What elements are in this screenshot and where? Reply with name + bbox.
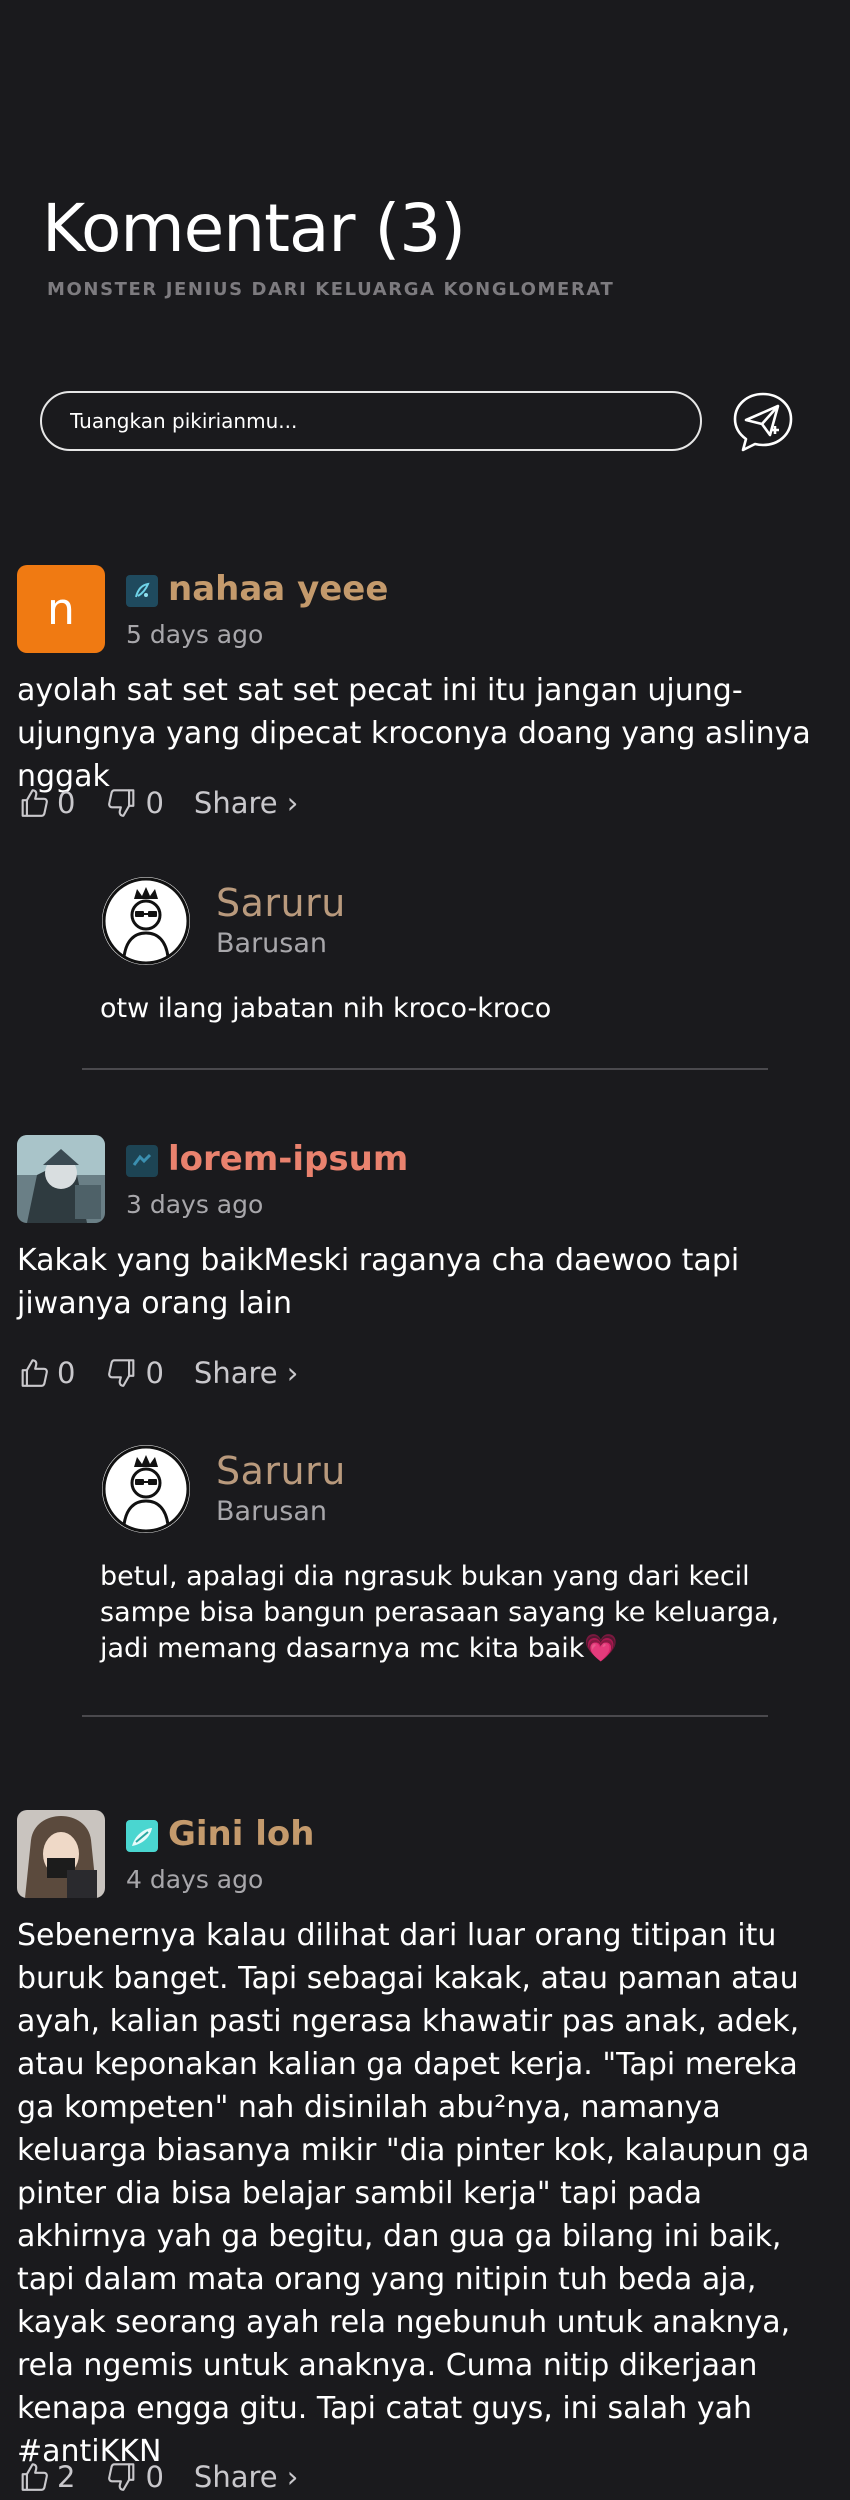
comment-actions: 0 0 Share › xyxy=(17,783,298,823)
reply-time: Barusan xyxy=(216,1496,328,1527)
series-title: MONSTER JENIUS DARI KELUARGA KONGLOMERAT xyxy=(47,279,615,300)
divider xyxy=(82,1068,768,1070)
send-icon xyxy=(733,392,793,452)
avatar[interactable] xyxy=(102,1445,190,1533)
crowned-glasses-avatar-icon xyxy=(102,877,190,965)
comment-actions: 2 0 Share › xyxy=(17,2457,298,2497)
comment-author[interactable]: nahaa yeee xyxy=(168,569,388,609)
reply-time: Barusan xyxy=(216,928,328,959)
like-button[interactable]: 2 xyxy=(17,2460,75,2494)
user-badge-icon xyxy=(126,1145,158,1177)
share-button[interactable]: Share › xyxy=(194,1356,299,1390)
comment-author[interactable]: Gini loh xyxy=(168,1814,314,1854)
like-count: 2 xyxy=(57,2460,76,2494)
comment-text: ayolah sat set sat set pecat ini itu jan… xyxy=(17,673,811,794)
dislike-button[interactable]: 0 xyxy=(105,786,164,820)
avatar[interactable] xyxy=(102,877,190,965)
thumbs-down-icon xyxy=(108,2463,135,2491)
thumbs-down-icon xyxy=(108,1359,135,1387)
comment-text: Sebenernya kalau dilihat dari luar orang… xyxy=(17,1918,810,2469)
comments-page: Komentar (3) MONSTER JENIUS DARI KELUARG… xyxy=(0,0,850,2500)
user-badge-icon xyxy=(126,575,158,607)
reply-author[interactable]: Saruru xyxy=(216,1449,346,1493)
reply-text: otw ilang jabatan nih kroco-kroco xyxy=(100,993,552,1024)
avatar[interactable] xyxy=(17,1135,105,1223)
thumbs-up-icon xyxy=(21,789,48,817)
dislike-count: 0 xyxy=(145,2460,164,2494)
comment-time: 5 days ago xyxy=(126,620,264,649)
comment-actions: 0 0 Share › xyxy=(17,1353,298,1393)
like-button[interactable]: 0 xyxy=(17,786,75,820)
like-button[interactable]: 0 xyxy=(17,1356,75,1390)
dislike-button[interactable]: 0 xyxy=(105,1356,164,1390)
reply-author[interactable]: Saruru xyxy=(216,881,346,925)
thumbs-up-icon xyxy=(21,1359,48,1387)
thumbs-up-icon xyxy=(21,2463,48,2491)
send-button[interactable] xyxy=(731,390,795,454)
like-count: 0 xyxy=(57,1356,76,1390)
comment-time: 4 days ago xyxy=(126,1865,264,1894)
anime-avatar-icon xyxy=(17,1135,105,1223)
divider xyxy=(82,1715,768,1717)
avatar[interactable]: n xyxy=(17,565,105,653)
share-button[interactable]: Share › xyxy=(194,786,299,820)
share-button[interactable]: Share › xyxy=(194,2460,299,2494)
reply-text: betul, apalagi dia ngrasuk bukan yang da… xyxy=(100,1561,780,1664)
comment-time: 3 days ago xyxy=(126,1190,264,1219)
anime-avatar-icon xyxy=(17,1810,105,1898)
crowned-glasses-avatar-icon xyxy=(102,1445,190,1533)
comment-input[interactable] xyxy=(40,391,702,451)
dislike-count: 0 xyxy=(145,786,164,820)
thumbs-down-icon xyxy=(108,789,135,817)
dislike-button[interactable]: 0 xyxy=(105,2460,164,2494)
avatar[interactable] xyxy=(17,1810,105,1898)
dislike-count: 0 xyxy=(145,1356,164,1390)
user-badge-icon xyxy=(126,1820,158,1852)
like-count: 0 xyxy=(57,786,76,820)
page-title: Komentar (3) xyxy=(42,190,466,267)
comment-author[interactable]: lorem-ipsum xyxy=(168,1139,408,1179)
comment-text: Kakak yang baikMeski raganya cha daewoo … xyxy=(17,1243,740,1321)
